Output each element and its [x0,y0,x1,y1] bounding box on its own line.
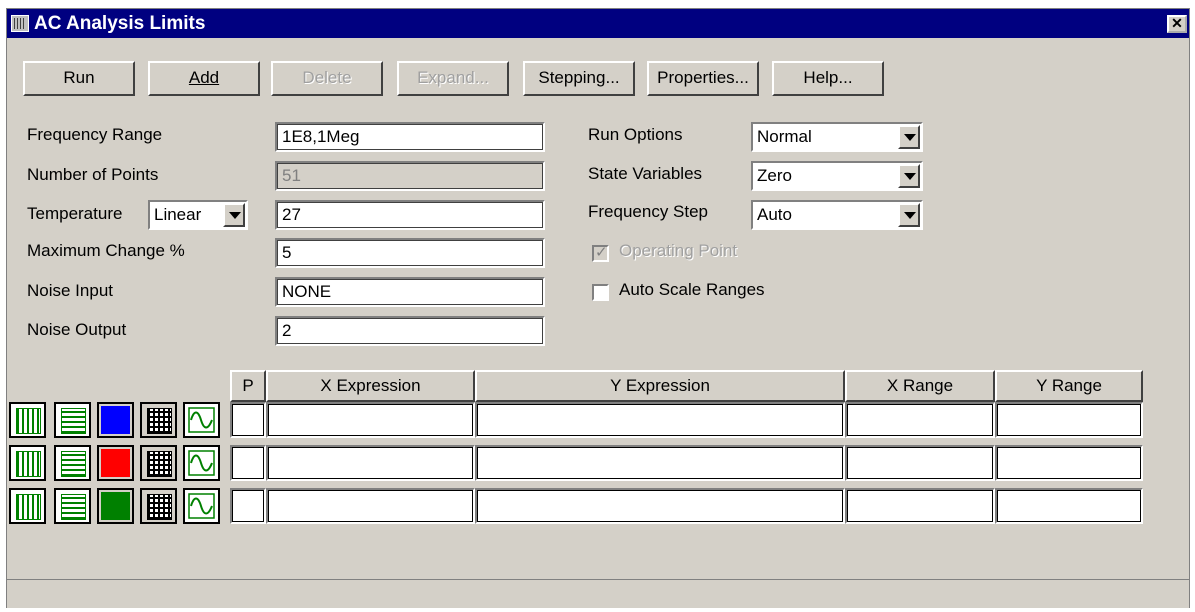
frequency-step-label: Frequency Step [588,202,709,221]
table-grid-icon[interactable] [140,488,177,524]
run-button[interactable]: Run [23,61,135,96]
curve-color-swatch[interactable] [97,488,134,524]
maximum-change-input[interactable]: 5 [275,238,545,268]
x-range-cell[interactable] [845,488,995,524]
chevron-down-icon[interactable] [223,203,245,227]
chevron-down-icon[interactable] [898,125,920,149]
column-header-y-range[interactable]: Y Range [995,370,1143,402]
frequency-step-value: Auto [757,205,792,224]
y-expression-cell[interactable] [475,402,845,438]
chevron-down-icon[interactable] [898,164,920,188]
run-options-value: Normal [757,127,812,146]
x-range-cell[interactable] [845,445,995,481]
horizontal-grid-icon[interactable] [54,402,91,438]
y-range-cell[interactable] [995,402,1143,438]
p-cell[interactable] [230,402,266,438]
operating-point-label: Operating Point [619,241,738,260]
y-range-cell[interactable] [995,445,1143,481]
p-cell[interactable] [230,488,266,524]
status-bar [7,579,1189,608]
auto-scale-ranges-checkbox[interactable] [592,284,609,301]
temperature-mode-value: Linear [154,205,202,224]
app-icon [11,15,29,32]
vertical-grid-icon[interactable] [9,445,46,481]
temperature-label: Temperature [27,204,123,223]
state-variables-label: State Variables [588,164,703,183]
column-header-x-expression[interactable]: X Expression [266,370,475,402]
curve-color-swatch[interactable] [97,445,134,481]
column-header-y-expression[interactable]: Y Expression [475,370,845,402]
temperature-input[interactable]: 27 [275,200,545,230]
frequency-step-select[interactable]: Auto [751,200,923,230]
color-fill [101,492,130,520]
close-button[interactable]: ✕ [1167,15,1187,33]
vertical-grid-icon[interactable] [9,488,46,524]
x-expression-cell[interactable] [266,488,475,524]
waveform-icon[interactable] [183,488,220,524]
noise-output-field[interactable]: 2 [275,316,545,346]
add-button-label: Add [188,68,220,87]
stepping-button[interactable]: Stepping... [523,61,635,96]
waveform-icon[interactable] [183,445,220,481]
properties-button[interactable]: Properties... [647,61,759,96]
column-header-p[interactable]: P [230,370,266,402]
help-button[interactable]: Help... [772,61,884,96]
y-expression-cell[interactable] [475,488,845,524]
table-grid-icon[interactable] [140,445,177,481]
p-cell[interactable] [230,445,266,481]
number-of-points-input[interactable]: 51 [275,161,545,191]
y-range-cell[interactable] [995,488,1143,524]
x-expression-cell[interactable] [266,445,475,481]
color-fill [101,406,130,434]
window-title: AC Analysis Limits [34,13,206,34]
state-variables-value: Zero [757,166,792,185]
run-options-label: Run Options [588,125,683,144]
add-button[interactable]: Add [148,61,260,96]
x-expression-cell[interactable] [266,402,475,438]
x-range-cell[interactable] [845,402,995,438]
table-grid-icon[interactable] [140,402,177,438]
frequency-range-label: Frequency Range [27,125,163,144]
frequency-range-input[interactable]: 1E8,1Meg [275,122,545,152]
vertical-grid-icon[interactable] [9,402,46,438]
noise-output-label: Noise Output [27,320,127,339]
y-expression-cell[interactable] [475,445,845,481]
expand-button[interactable]: Expand... [397,61,509,96]
color-fill [101,449,130,477]
waveform-icon[interactable] [183,402,220,438]
delete-button[interactable]: Delete [271,61,383,96]
horizontal-grid-icon[interactable] [54,445,91,481]
chevron-down-icon[interactable] [898,203,920,227]
maximum-change-label: Maximum Change % [27,241,185,260]
noise-input-field[interactable]: NONE [275,277,545,307]
horizontal-grid-icon[interactable] [54,488,91,524]
state-variables-select[interactable]: Zero [751,161,923,191]
dialog-window: AC Analysis Limits ✕ Run Add Delete Expa… [6,8,1190,608]
auto-scale-ranges-label: Auto Scale Ranges [619,280,765,299]
column-header-x-range[interactable]: X Range [845,370,995,402]
noise-input-label: Noise Input [27,281,113,300]
run-options-select[interactable]: Normal [751,122,923,152]
temperature-mode-select[interactable]: Linear [148,200,248,230]
operating-point-checkbox[interactable] [592,243,609,262]
curve-color-swatch[interactable] [97,402,134,438]
number-of-points-label: Number of Points [27,165,159,184]
title-bar[interactable]: AC Analysis Limits ✕ [7,9,1189,38]
